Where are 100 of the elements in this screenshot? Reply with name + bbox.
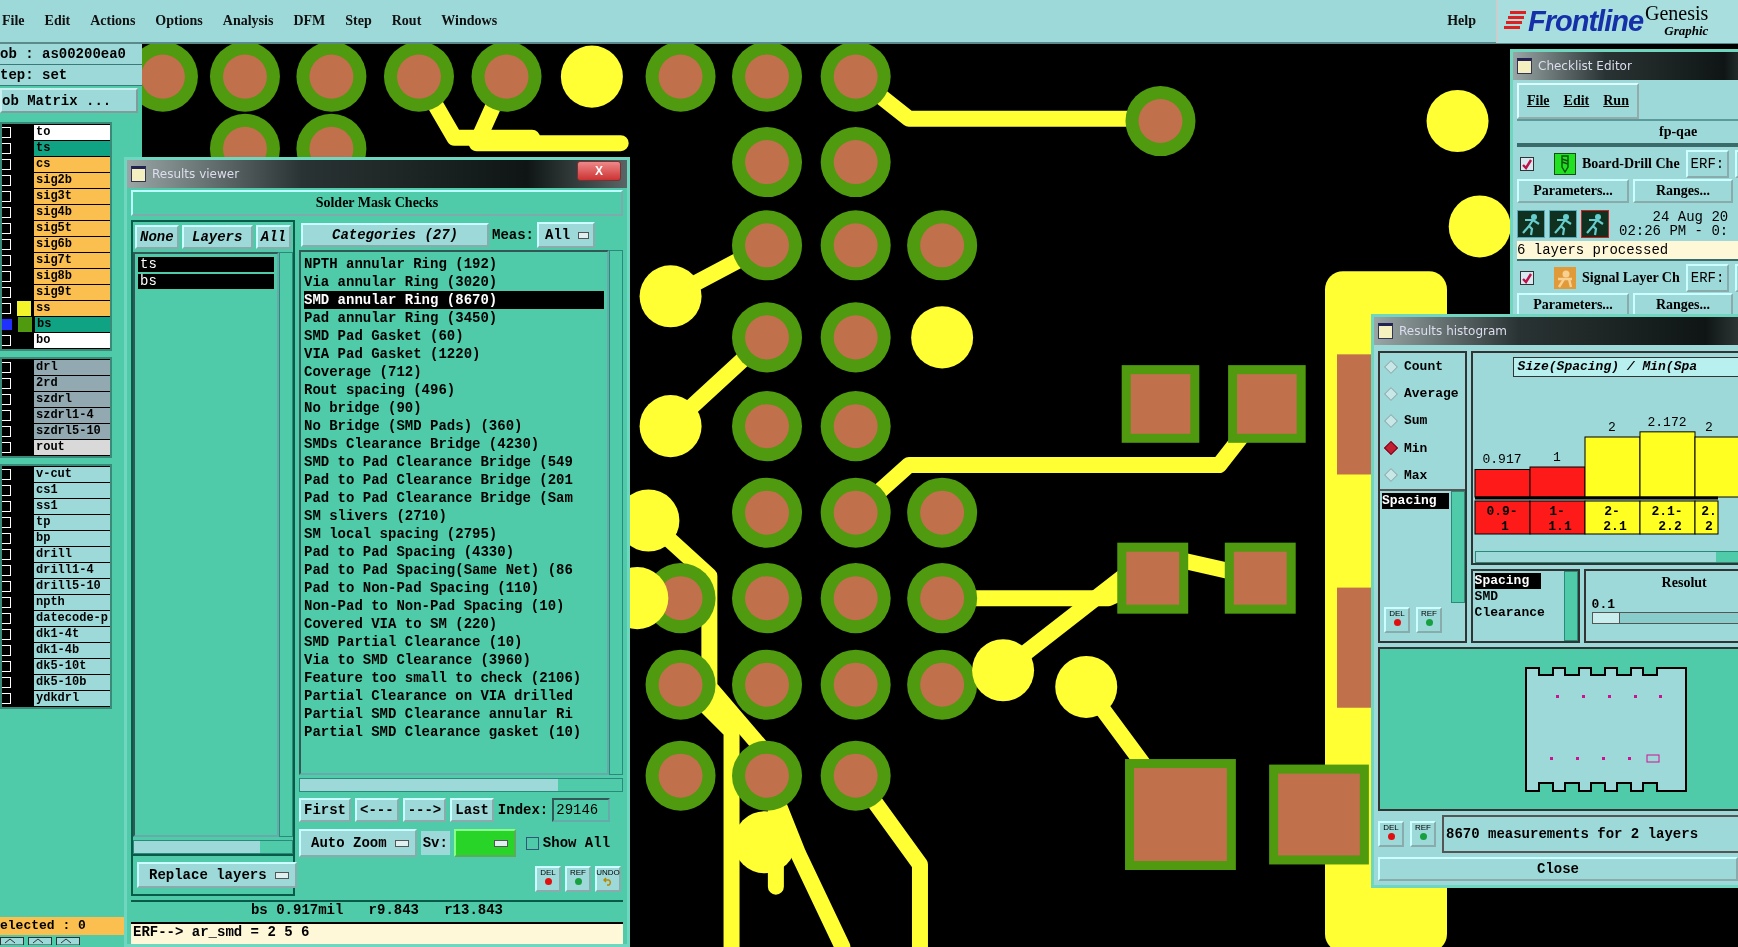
layer-name[interactable]: drl — [34, 360, 110, 375]
list-item[interactable]: Coverage (712) — [304, 363, 604, 381]
list-item[interactable]: No Bridge (SMD Pads) (360) — [304, 417, 604, 435]
layer-name[interactable]: drill — [34, 547, 110, 562]
zoom-mode-dropdown[interactable]: Auto Zoom — [299, 829, 417, 857]
tool-button[interactable]: REF — [1410, 821, 1436, 847]
layer-color-swatch[interactable] — [18, 317, 32, 332]
scrollbar[interactable] — [1563, 571, 1578, 641]
layer-filter-button[interactable]: All — [255, 225, 291, 249]
layer-name[interactable]: ss — [34, 301, 110, 316]
layer-name[interactable]: sig2b — [34, 173, 110, 188]
menu-item[interactable]: Edit — [44, 13, 71, 29]
slider-thumb[interactable] — [1592, 613, 1620, 623]
list-item[interactable]: Feature too small to check (2106) — [304, 669, 604, 687]
close-button[interactable]: X — [577, 161, 621, 181]
erf-button[interactable]: ERF: — [1685, 150, 1730, 178]
checkbox[interactable] — [2, 319, 12, 330]
layer-name[interactable]: szdrl — [34, 392, 110, 407]
menu-item[interactable]: Windows — [441, 13, 498, 29]
scrollbar[interactable] — [1474, 551, 1738, 563]
layer-name[interactable]: ss1 — [34, 499, 110, 514]
menu-item[interactable]: Actions — [90, 13, 136, 29]
tool-button[interactable]: DEL — [535, 866, 561, 892]
list-item[interactable]: Via annular Ring (3020) — [304, 273, 604, 291]
navigation-button[interactable]: ---> — [402, 798, 447, 822]
layer-name[interactable]: dk5-10t — [34, 659, 110, 674]
list-item[interactable]: SMDs Clearance Bridge (4230) — [304, 435, 604, 453]
layer-name[interactable]: tp — [34, 515, 110, 530]
check-option-button[interactable]: Ranges... — [1633, 293, 1733, 317]
layer-name[interactable]: sig9t — [34, 285, 110, 300]
tool-button[interactable]: UNDO — [595, 866, 621, 892]
list-item[interactable]: Partial SMD Clearance gasket (10) — [304, 723, 604, 741]
list-item[interactable]: Spacing — [1474, 573, 1542, 589]
list-item[interactable]: Rout spacing (496) — [304, 381, 604, 399]
toolbar-icon[interactable] — [28, 937, 52, 945]
list-item[interactable]: Pad to Pad Spacing(Same Net) (86 — [304, 561, 604, 579]
list-item[interactable]: SMD — [1474, 589, 1510, 605]
job-matrix-button[interactable]: ob Matrix ... — [0, 88, 138, 113]
layer-mode-dropdown[interactable]: Replace layers — [137, 862, 297, 888]
running-figure-icon[interactable] — [1549, 210, 1577, 238]
list-item[interactable]: ts — [138, 257, 274, 272]
list-item[interactable]: Partial Clearance on VIA drilled — [304, 687, 604, 705]
navigation-button[interactable]: <--- — [355, 798, 399, 822]
list-item[interactable]: NPTH annular Ring (192) — [304, 255, 604, 273]
layer-name[interactable]: v-cut — [34, 467, 110, 482]
list-item[interactable]: Clearance — [1474, 605, 1557, 621]
layer-filter-button[interactable]: None — [135, 225, 179, 249]
scrollbar[interactable] — [609, 250, 623, 775]
erf-button[interactable]: ERF: — [1685, 264, 1730, 292]
check-option-button[interactable]: Parameters... — [1517, 293, 1629, 317]
menu-item[interactable]: Options — [155, 13, 203, 29]
navigation-button[interactable]: Last — [450, 798, 494, 822]
menu-item[interactable]: Edit — [1563, 93, 1590, 109]
layer-color-swatch[interactable] — [17, 301, 31, 316]
list-item[interactable]: bs — [138, 274, 274, 289]
list-item[interactable]: SMD Pad Gasket (60) — [304, 327, 604, 345]
menu-item[interactable]: Run — [1603, 93, 1629, 109]
check-option-button[interactable]: Ranges... — [1633, 179, 1733, 203]
layer-name[interactable]: cs — [34, 157, 110, 172]
layer-name[interactable]: dk1-4b — [34, 643, 110, 658]
sv-dropdown[interactable] — [453, 829, 516, 857]
meas-dropdown[interactable]: All — [537, 222, 595, 248]
list-item[interactable]: Pad to Pad Spacing (4330) — [304, 543, 604, 561]
layer-name[interactable]: bo — [34, 333, 110, 348]
list-item[interactable]: Non-Pad to Non-Pad Spacing (10) — [304, 597, 604, 615]
checkbox[interactable] — [525, 836, 539, 850]
check-option-button[interactable]: Parameters... — [1517, 179, 1629, 203]
scrollbar[interactable] — [279, 252, 293, 837]
checkbox[interactable] — [1520, 157, 1534, 171]
list-item[interactable]: Pad to Pad Clearance Bridge (Sam — [304, 489, 604, 507]
layer-name[interactable]: dk1-4t — [34, 627, 110, 642]
layer-name[interactable]: npth — [34, 595, 110, 610]
menu-item[interactable]: File — [2, 13, 25, 29]
toolbar-icon[interactable] — [0, 937, 24, 945]
layer-name[interactable]: datecode-p — [34, 611, 110, 626]
layer-name[interactable]: bp — [34, 531, 110, 546]
list-item[interactable]: SM slivers (2710) — [304, 507, 604, 525]
categories-button[interactable]: Categories (27) — [301, 223, 489, 247]
tool-button[interactable]: REF — [1416, 607, 1442, 633]
menu-item[interactable]: Rout — [391, 13, 422, 29]
layer-name[interactable]: sig8b — [34, 269, 110, 284]
list-item[interactable]: SM local spacing (2795) — [304, 525, 604, 543]
layer-name[interactable]: 2rd — [34, 376, 110, 391]
tool-button[interactable]: DEL — [1384, 607, 1410, 633]
running-figure-icon[interactable] — [1517, 210, 1545, 238]
layer-name[interactable]: to — [34, 125, 110, 140]
layer-name[interactable]: sig4b — [34, 205, 110, 220]
help-menu[interactable]: Help — [1447, 13, 1476, 29]
toolbar-icon[interactable] — [56, 937, 80, 945]
checkbox[interactable] — [1520, 271, 1534, 285]
layer-name[interactable]: szdrl1-4 — [34, 408, 110, 423]
layer-name[interactable]: drill1-4 — [34, 563, 110, 578]
list-item[interactable]: Via to SMD Clearance (3960) — [304, 651, 604, 669]
list-item[interactable]: Covered VIA to SM (220) — [304, 615, 604, 633]
list-item[interactable]: SMD to Pad Clearance Bridge (549 — [304, 453, 604, 471]
list-item[interactable]: Partial SMD Clearance annular Ri — [304, 705, 604, 723]
menu-item[interactable]: Analysis — [222, 13, 274, 29]
layer-name[interactable]: ts — [34, 141, 110, 156]
menu-item[interactable]: Step — [345, 13, 372, 29]
list-item[interactable]: Spacing — [1382, 493, 1449, 509]
